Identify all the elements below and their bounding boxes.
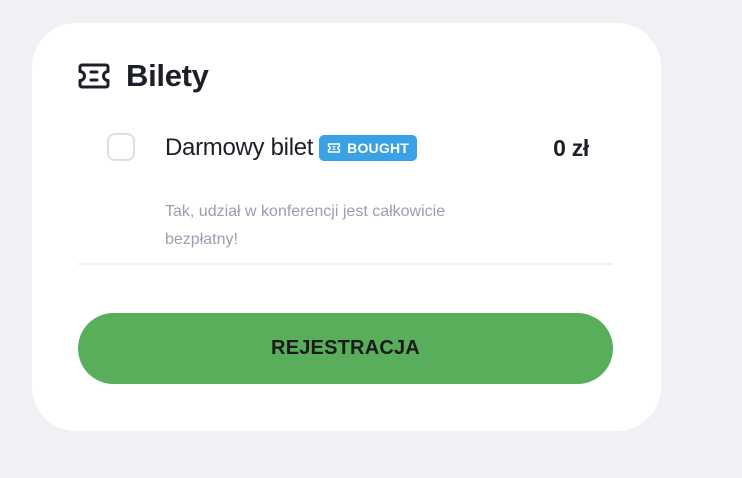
ticket-price: 0 zł: [553, 135, 589, 161]
ticket-name-line: Darmowy bilet BOUGHT: [165, 134, 418, 162]
ticket-checkbox[interactable]: [107, 133, 135, 161]
ticket-icon: [327, 143, 341, 153]
ticket-name: Darmowy bilet: [165, 134, 314, 161]
tickets-card: Bilety Darmowy bilet BOUGHT 0 zł Tak, ud…: [32, 23, 661, 431]
section-title: Bilety: [126, 58, 209, 93]
ticket-description: Tak, udział w konferencji jest całkowici…: [165, 203, 446, 248]
bought-badge: BOUGHT: [319, 135, 418, 161]
ticket-icon: [78, 63, 110, 89]
section-header: Bilety: [78, 58, 209, 94]
register-button[interactable]: REJESTRACJA: [78, 313, 613, 384]
divider: [78, 263, 613, 265]
badge-label: BOUGHT: [347, 140, 410, 156]
